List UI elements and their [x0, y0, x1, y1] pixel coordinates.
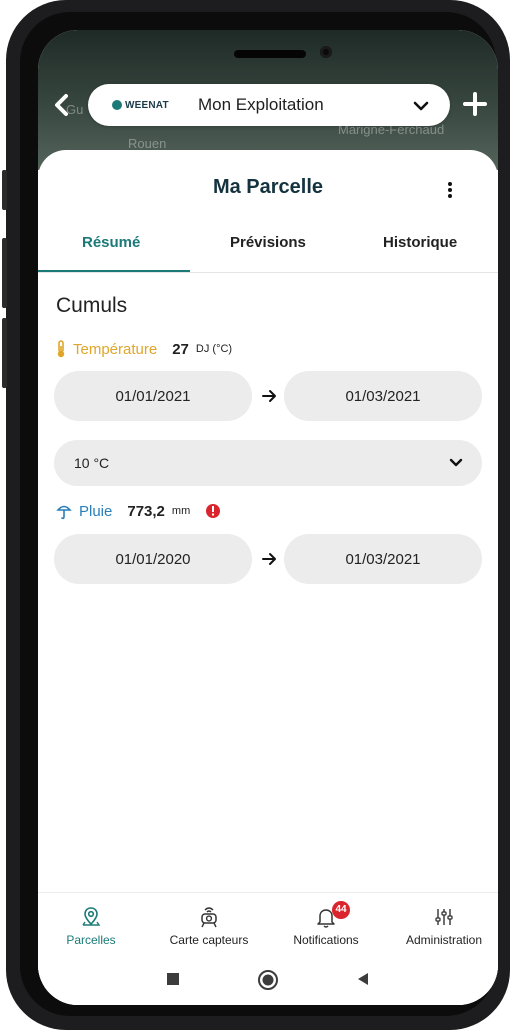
info-icon[interactable] [205, 503, 221, 519]
arrow-right-icon [262, 553, 276, 565]
rain-start-date[interactable]: 01/01/2020 [54, 534, 252, 584]
arrow-right-icon [262, 390, 276, 402]
screen: Gu Rouen Marigné-Ferchaud WEENAT Mon Exp… [38, 30, 498, 1005]
parcel-sheet: Ma Parcelle Résumé Prévisions Historique… [38, 150, 498, 1005]
tab-previsions[interactable]: Prévisions [230, 234, 306, 251]
plus-icon [463, 92, 487, 116]
temperature-start-date[interactable]: 01/01/2021 [54, 371, 252, 421]
nav-label: Carte capteurs [169, 933, 249, 947]
sensor-icon [201, 907, 217, 928]
nav-notifications[interactable]: 44 Notifications [271, 901, 381, 947]
active-tab-indicator [38, 270, 190, 272]
temperature-metric: Température 27 DJ (°C) [56, 338, 232, 360]
temperature-end-date[interactable]: 01/03/2021 [284, 371, 482, 421]
page-title: Ma Parcelle [212, 176, 324, 198]
temperature-unit: DJ (°C) [195, 343, 233, 355]
rain-label: Pluie [79, 502, 113, 520]
map-pin-icon [82, 907, 101, 926]
system-navigation-bar [38, 958, 498, 1005]
farm-selector[interactable]: WEENAT Mon Exploitation [88, 84, 450, 126]
logo-icon [112, 100, 122, 110]
tab-divider [38, 272, 498, 273]
more-options-icon[interactable] [444, 180, 456, 200]
back-triangle-icon[interactable] [356, 972, 370, 986]
speaker-grille [234, 50, 306, 58]
nav-carte-capteurs[interactable]: Carte capteurs [154, 905, 264, 947]
tab-bar: Résumé Prévisions Historique [38, 234, 498, 274]
volume-down-button [2, 318, 7, 388]
nav-label: Parcelles [66, 933, 116, 947]
volume-up-button [2, 238, 7, 308]
tab-resume[interactable]: Résumé [82, 234, 140, 251]
logo-text: WEENAT [125, 99, 169, 111]
threshold-select[interactable]: 10 °C [54, 440, 482, 486]
recents-icon[interactable] [166, 972, 180, 986]
front-camera [320, 46, 332, 58]
chevron-down-icon [449, 458, 463, 467]
side-button [2, 170, 7, 210]
farm-name: Mon Exploitation [198, 95, 324, 114]
rain-value: 773,2 [127, 502, 165, 520]
nav-parcelles[interactable]: Parcelles [38, 905, 146, 947]
nav-label: Notifications [293, 933, 359, 947]
home-icon[interactable] [258, 970, 278, 990]
temperature-label: Température [73, 340, 158, 358]
rain-metric: Pluie 773,2 mm [56, 500, 221, 522]
temperature-value: 27 [172, 340, 189, 358]
weenat-logo: WEENAT [112, 98, 169, 112]
notification-badge: 44 [332, 901, 350, 919]
chevron-down-icon [413, 101, 429, 111]
section-title: Cumuls [56, 294, 128, 317]
threshold-value: 10 °C [74, 455, 110, 471]
thermometer-icon [57, 340, 65, 358]
umbrella-icon [56, 505, 72, 520]
rain-unit: mm [171, 505, 191, 517]
sliders-icon [435, 909, 453, 925]
tab-historique[interactable]: Historique [383, 234, 457, 251]
add-button[interactable] [461, 88, 489, 120]
rain-end-date[interactable]: 01/03/2021 [284, 534, 482, 584]
back-button[interactable] [50, 90, 74, 120]
nav-administration[interactable]: Administration [389, 905, 498, 947]
chevron-left-icon [55, 94, 68, 116]
nav-label: Administration [405, 933, 483, 947]
bottom-navigation: Parcelles Carte capteurs 44 Notification… [38, 892, 498, 959]
